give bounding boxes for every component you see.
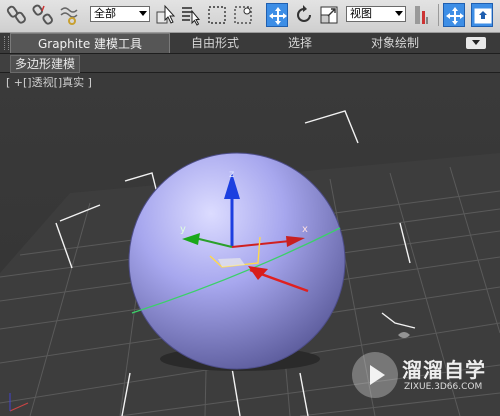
chevron-down-icon: [472, 40, 480, 45]
bind-spacewarp-icon[interactable]: [58, 3, 80, 27]
select-manipulate-icon[interactable]: [443, 3, 465, 27]
ribbon-panel-bar: 多边形建模: [0, 54, 500, 73]
select-by-name-icon[interactable]: [180, 3, 202, 27]
select-scale-icon[interactable]: [318, 3, 340, 27]
tab-selection[interactable]: 选择: [270, 33, 330, 53]
ribbon-grip[interactable]: [4, 36, 9, 50]
ribbon-tab-bar: Graphite 建模工具 自由形式 选择 对象绘制: [0, 33, 500, 54]
chevron-down-icon: [139, 11, 147, 16]
select-object-icon[interactable]: [154, 3, 176, 27]
tab-graphite-modeling[interactable]: Graphite 建模工具: [10, 33, 170, 53]
gizmo-x-label: x: [302, 224, 308, 235]
link-icon[interactable]: [6, 3, 28, 27]
tab-object-paint[interactable]: 对象绘制: [345, 33, 445, 53]
select-rotate-icon[interactable]: [293, 3, 315, 27]
ribbon-options-button[interactable]: [466, 37, 486, 49]
rect-selection-region-icon[interactable]: [206, 3, 228, 27]
play-logo-icon: [352, 352, 398, 398]
selection-filter-value: 全部: [94, 7, 116, 20]
tab-freeform[interactable]: 自由形式: [175, 33, 255, 53]
window-crossing-icon[interactable]: [232, 3, 254, 27]
site-watermark: 溜溜自学 ZIXUE.3D66.COM: [352, 352, 492, 400]
chevron-down-icon: [395, 11, 403, 16]
watermark-title: 溜溜自学: [402, 358, 486, 382]
selection-filter-dropdown[interactable]: 全部: [90, 6, 150, 22]
main-toolbar: 全部 视图: [0, 0, 500, 33]
keyboard-shortcut-icon[interactable]: [471, 3, 493, 27]
use-pivot-center-icon[interactable]: [410, 3, 432, 27]
toolbar-separator: [438, 4, 439, 26]
select-move-icon[interactable]: [266, 3, 288, 27]
polygon-modeling-panel[interactable]: 多边形建模: [10, 55, 81, 73]
reference-coord-dropdown[interactable]: 视图: [346, 6, 406, 22]
viewport-label[interactable]: [ +[]透视[]真实 ]: [6, 76, 92, 90]
watermark-subtitle: ZIXUE.3D66.COM: [404, 382, 483, 392]
gizmo-y-label: y: [180, 224, 186, 235]
unlink-icon[interactable]: [32, 3, 54, 27]
gizmo-z-label: z: [229, 169, 235, 180]
reference-coord-value: 视图: [350, 7, 372, 20]
